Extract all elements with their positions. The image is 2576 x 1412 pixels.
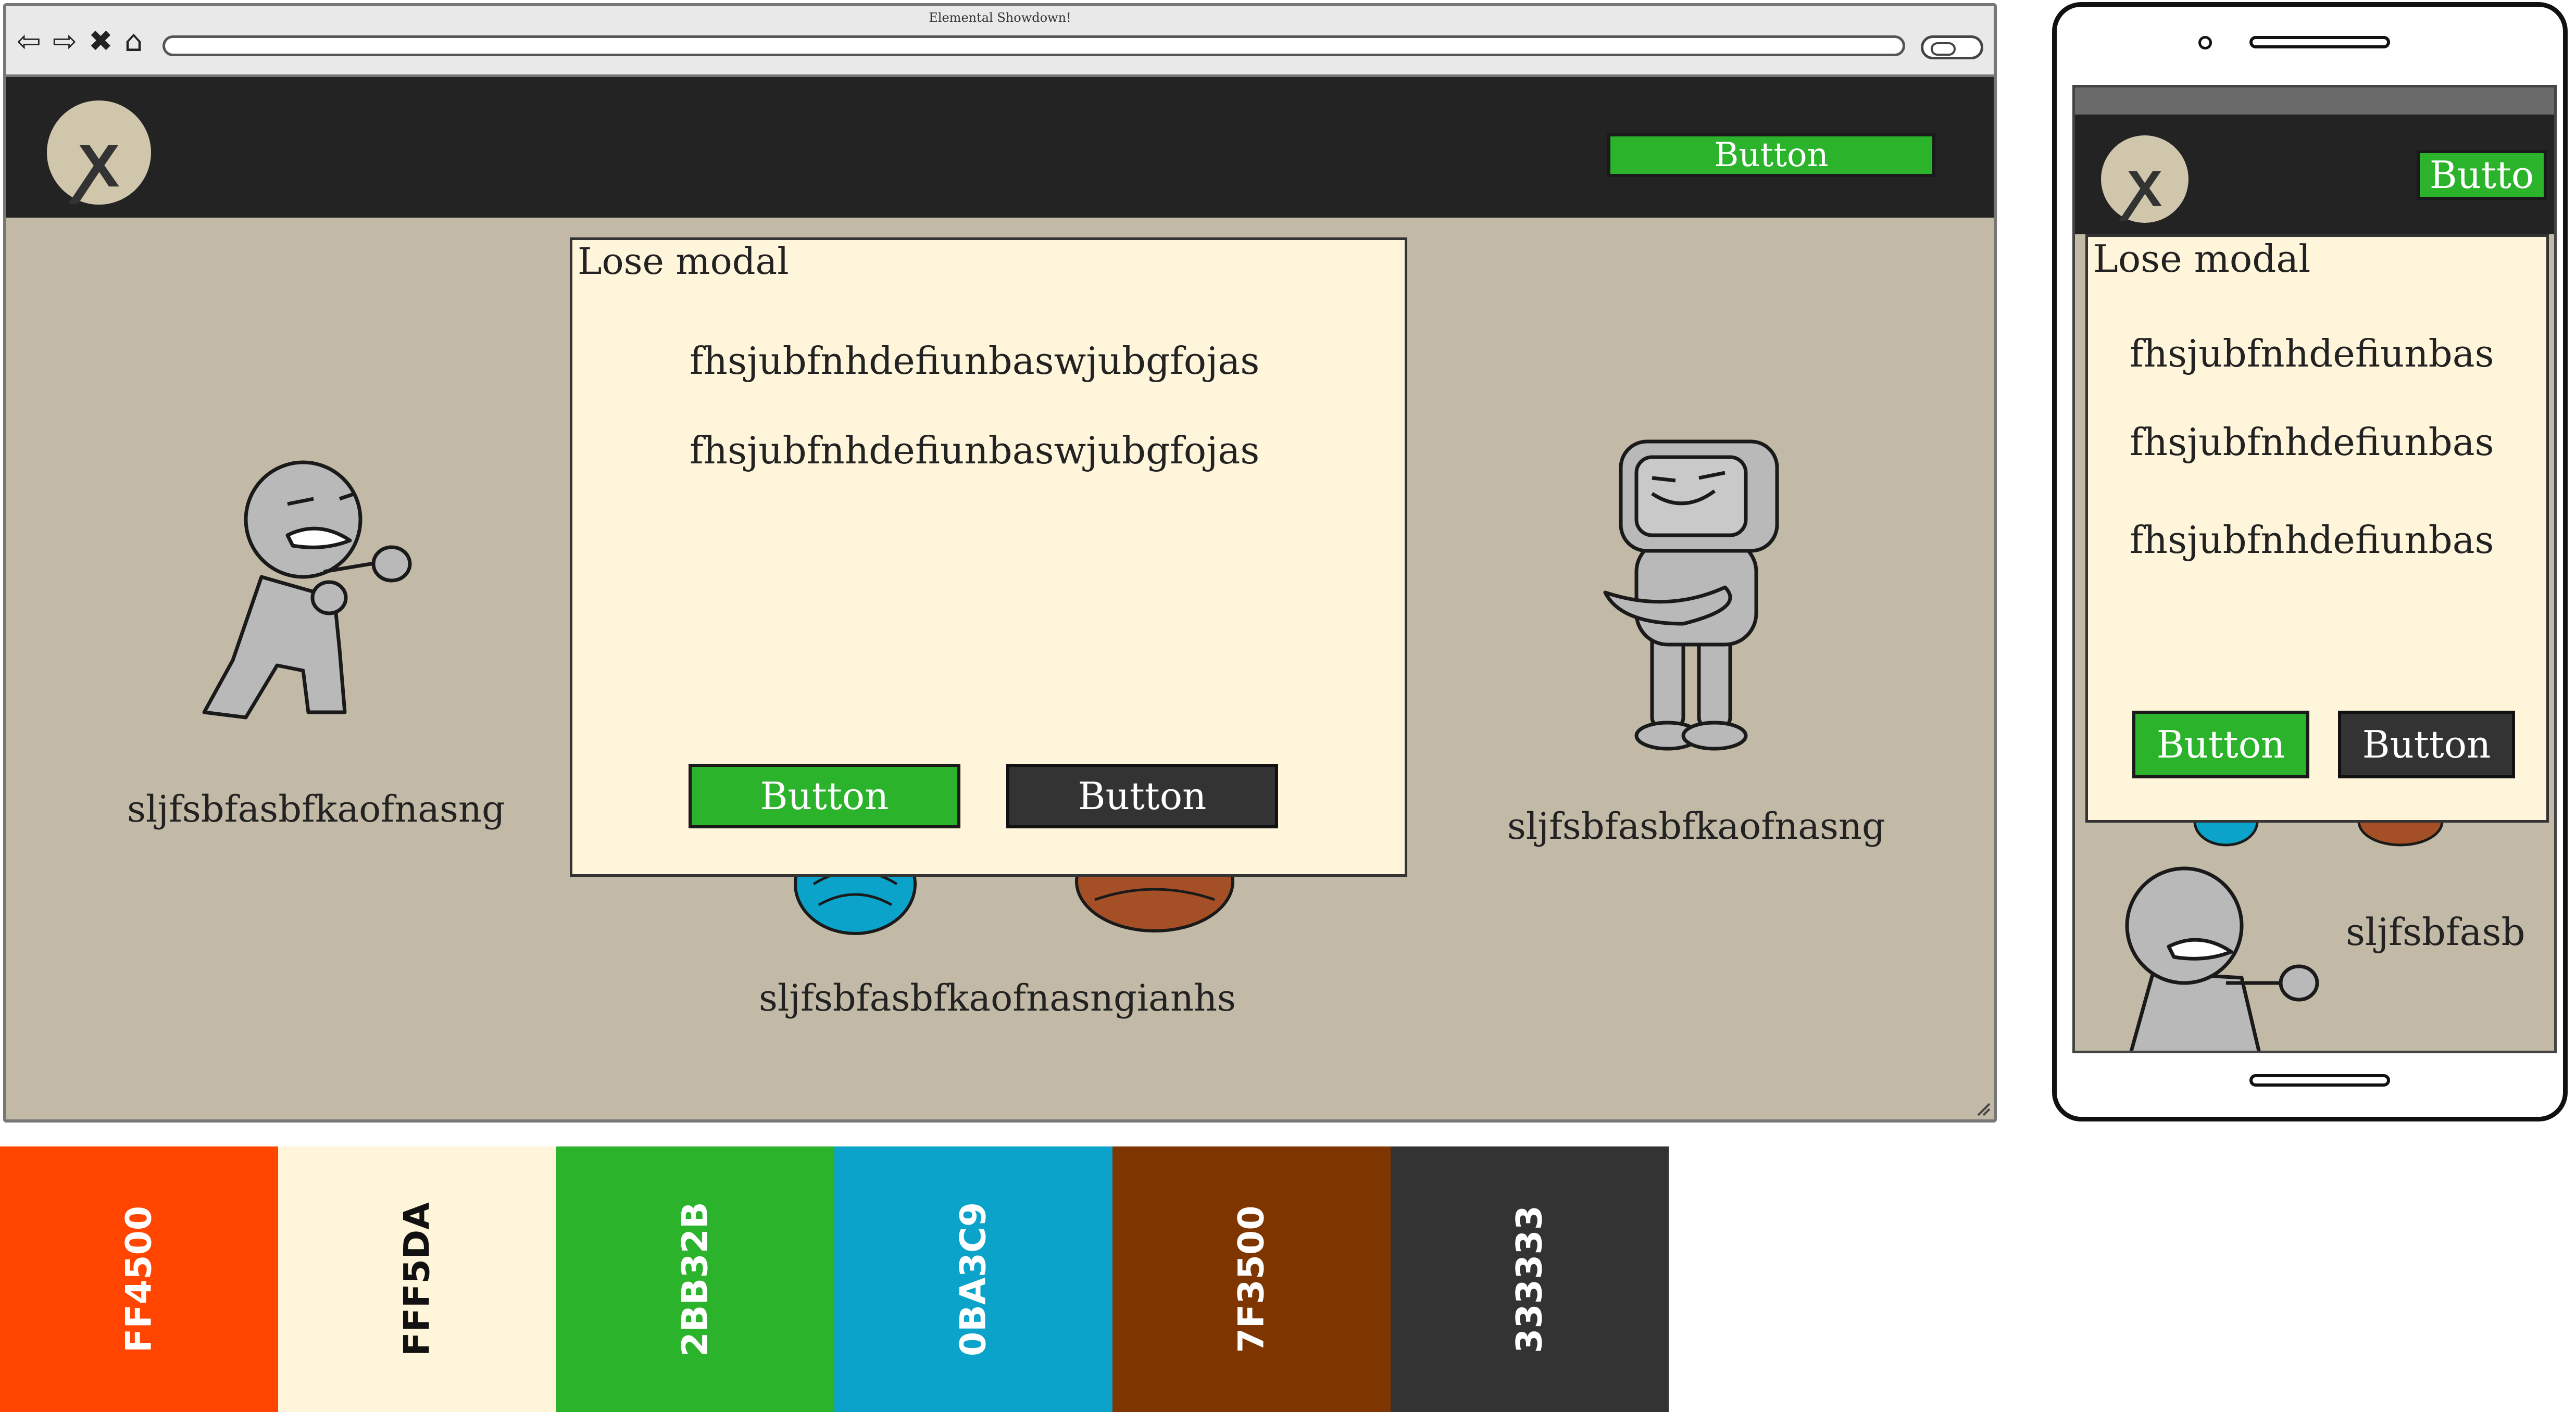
mobile-header-button[interactable]: Butto [2417,150,2547,200]
color-palette: FF4500 FFF5DA 2BB32B 0BA3C9 7F3500 33333… [0,1146,1669,1412]
fighter-character-icon [2125,866,2319,1051]
robot-character-icon [1603,439,1779,751]
swatch-label: 2BB32B [674,1202,716,1357]
back-arrow-icon[interactable]: ⇦ [17,27,41,56]
swatch-label: 333333 [1509,1205,1550,1353]
speaker-icon [2249,36,2390,48]
color-swatch: FFF5DA [278,1146,556,1412]
modal-text-line: fhsjubfnhdefiunbaswjubgfojas [690,428,1260,472]
modal-text-line: fhsjubfnhdefiunbas [2130,420,2494,464]
xing-logo-icon: ꭗ [2101,135,2189,223]
fighter-character-icon [202,460,412,720]
modal-primary-button[interactable]: Button [689,764,960,828]
color-swatch: 333333 [1391,1146,1669,1412]
browser-nav-buttons: ⇦ ⇨ ✖ ⌂ [17,27,143,56]
browser-window: Elemental Showdown! ⇦ ⇨ ✖ ⌂ ꭗ Button slj… [3,3,1997,1123]
home-indicator-icon[interactable] [2249,1074,2390,1087]
color-swatch: FF4500 [0,1146,278,1412]
right-character-label: sljfsbfasbfkaofnasng [1507,805,1885,848]
modal-text-line: fhsjubfnhdefiunbaswjubgfojas [690,339,1260,383]
search-icon[interactable] [1921,35,1983,59]
color-swatch: 7F3500 [1112,1146,1391,1412]
lose-modal: Lose modal fhsjubfnhdefiunbaswjubgfojas … [570,237,1407,877]
header-button[interactable]: Button [1607,133,1935,177]
left-character-label: sljfsbfasbfkaofnasng [127,788,505,830]
color-swatch: 2BB32B [556,1146,834,1412]
status-bar [2075,87,2554,115]
mobile-app-header: ꭗ Butto [2075,115,2554,234]
home-icon[interactable]: ⌂ [124,27,143,56]
modal-title: Lose modal [2093,237,2311,281]
resize-grip-icon[interactable] [1975,1101,1991,1116]
forward-arrow-icon[interactable]: ⇨ [53,27,77,56]
swatch-label: FFF5DA [396,1202,438,1356]
mobile-screen: ꭗ Butto sljfsbfasb Lose modal fhsjubfnhd… [2072,85,2557,1053]
mobile-device: ꭗ Butto sljfsbfasb Lose modal fhsjubfnhd… [2052,2,2568,1121]
modal-primary-button[interactable]: Button [2132,711,2309,778]
close-icon[interactable]: ✖ [89,27,113,56]
modal-secondary-button[interactable]: Button [2338,711,2515,778]
xing-logo-icon: ꭗ [47,100,151,205]
swatch-label: FF4500 [118,1205,160,1353]
color-swatch: 0BA3C9 [834,1146,1112,1412]
modal-title: Lose modal [578,240,789,283]
swatch-label: 7F3500 [1231,1205,1272,1353]
browser-chrome: Elemental Showdown! ⇦ ⇨ ✖ ⌂ [6,6,1994,77]
app-header: ꭗ Button [6,77,1994,218]
center-label: sljfsbfasbfkaofnasngianhs [759,977,1236,1019]
browser-title: Elemental Showdown! [929,10,1071,25]
modal-text-line: fhsjubfnhdefiunbas [2130,518,2494,562]
modal-text-line: fhsjubfnhdefiunbas [2130,332,2494,375]
address-bar[interactable] [162,35,1905,56]
camera-icon [2198,36,2212,49]
modal-secondary-button[interactable]: Button [1006,764,1278,828]
mobile-lose-modal: Lose modal fhsjubfnhdefiunbas fhsjubfnhd… [2085,234,2549,823]
mobile-character-label: sljfsbfasb [2346,910,2525,954]
swatch-label: 0BA3C9 [953,1202,994,1357]
